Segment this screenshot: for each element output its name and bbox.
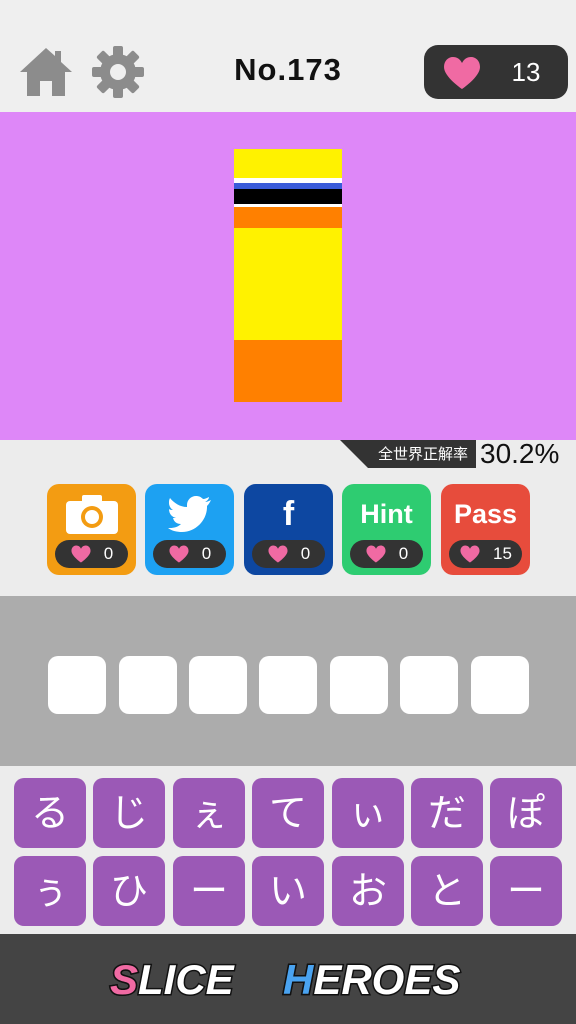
answer-slot[interactable] [330, 656, 388, 714]
slice-band [234, 340, 342, 402]
answer-slot[interactable] [189, 656, 247, 714]
facebook-icon: f [282, 494, 295, 533]
cost-value: 0 [300, 544, 311, 563]
key[interactable]: ぇ [173, 778, 245, 848]
twitter-icon [167, 496, 211, 532]
settings-button[interactable] [90, 44, 146, 100]
answer-slot[interactable] [48, 656, 106, 714]
cost-value: 0 [398, 544, 409, 563]
camera-icon [65, 495, 118, 534]
app-logo: SLICE HEROES S H [0, 948, 576, 1008]
home-button[interactable] [18, 46, 74, 98]
hint-label: Hint [360, 498, 413, 529]
key[interactable]: ぅ [14, 856, 86, 926]
logo-initial-h: H [283, 956, 315, 1003]
answer-slot[interactable] [400, 656, 458, 714]
hint-button[interactable]: Hint 0 [342, 484, 431, 575]
heart-icon [71, 545, 91, 563]
key[interactable]: て [252, 778, 324, 848]
key[interactable]: と [411, 856, 483, 926]
accuracy-value: 30.2% [480, 438, 560, 469]
character-keyboard: る じ ぇ て ぃ だ ぽ ぅ ひ ー い お と ー [0, 766, 576, 934]
hearts-counter[interactable]: 13 [424, 45, 568, 99]
home-icon [20, 48, 72, 96]
heart-icon [444, 57, 480, 89]
answer-slot[interactable] [471, 656, 529, 714]
logo-initial-s: S [110, 956, 138, 1003]
puzzle-area [0, 112, 576, 440]
global-accuracy: 全世界正解率 30.2% [0, 438, 576, 470]
accuracy-label: 全世界正解率 [340, 440, 476, 468]
pass-label: Pass [453, 498, 518, 529]
heart-icon [366, 545, 386, 563]
answer-area [0, 596, 576, 766]
facebook-cost: 0 [252, 540, 325, 568]
key[interactable]: ぽ [490, 778, 562, 848]
action-buttons: 0 0 f 0 Hint 0 Pass 15 [0, 484, 576, 576]
key[interactable]: ー [173, 856, 245, 926]
key[interactable]: じ [93, 778, 165, 848]
cost-value: 15 [493, 544, 512, 563]
pass-cost: 15 [449, 540, 522, 568]
pass-button[interactable]: Pass 15 [441, 484, 530, 575]
gear-icon [92, 46, 144, 98]
header: No.173 13 [0, 0, 576, 112]
twitter-button[interactable]: 0 [145, 484, 234, 575]
level-title: No.173 [234, 52, 342, 87]
answer-slot[interactable] [119, 656, 177, 714]
key[interactable]: る [14, 778, 86, 848]
camera-button[interactable]: 0 [47, 484, 136, 575]
cost-value: 0 [201, 544, 212, 563]
key[interactable]: ー [490, 856, 562, 926]
heart-icon [268, 545, 288, 563]
camera-cost: 0 [55, 540, 128, 568]
key[interactable]: ひ [93, 856, 165, 926]
slice-band [234, 189, 342, 204]
answer-slot[interactable] [259, 656, 317, 714]
hint-cost: 0 [350, 540, 423, 568]
heart-icon [460, 545, 480, 563]
slice-band [234, 228, 342, 340]
footer: SLICE HEROES S H [0, 934, 576, 1024]
slice-band [234, 149, 342, 178]
twitter-cost: 0 [153, 540, 226, 568]
slice-figure [234, 149, 342, 402]
key[interactable]: だ [411, 778, 483, 848]
key[interactable]: ぃ [332, 778, 404, 848]
key[interactable]: い [252, 856, 324, 926]
heart-icon [169, 545, 189, 563]
hearts-count: 13 [511, 57, 541, 87]
cost-value: 0 [103, 544, 114, 563]
key[interactable]: お [332, 856, 404, 926]
slice-band [234, 207, 342, 228]
facebook-button[interactable]: f 0 [244, 484, 333, 575]
